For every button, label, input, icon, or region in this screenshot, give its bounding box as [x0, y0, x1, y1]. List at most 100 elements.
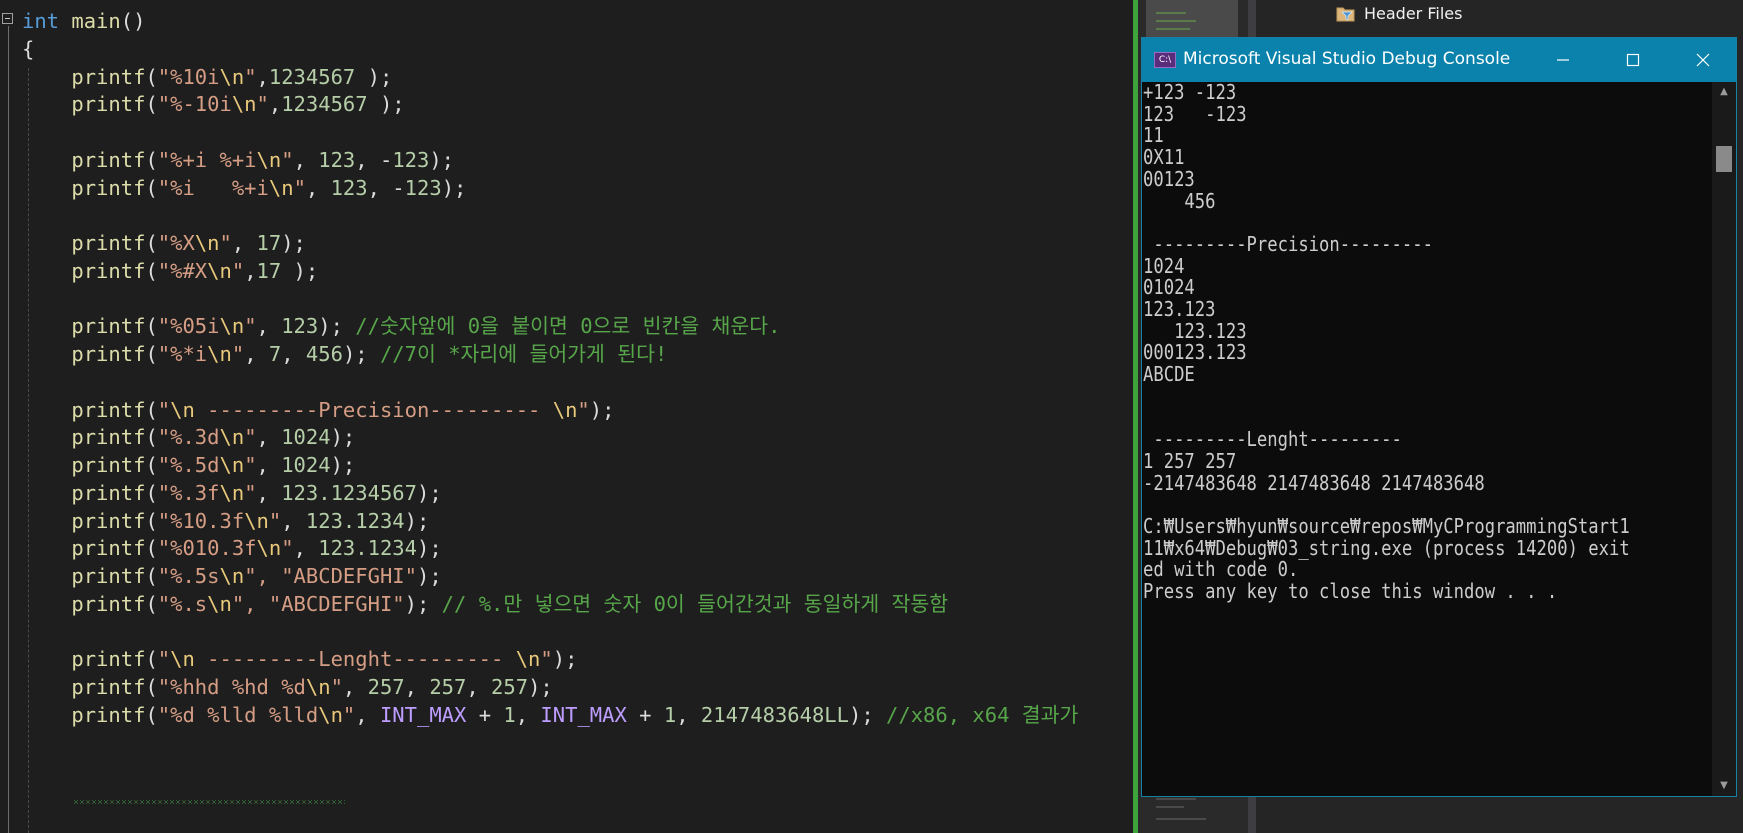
code-token: \n	[318, 702, 343, 727]
code-token: \n	[170, 397, 195, 422]
close-button[interactable]	[1668, 38, 1738, 82]
code-token: //7이 *자리에 들어가게 된다!	[379, 342, 668, 366]
maximize-button[interactable]	[1598, 38, 1668, 82]
code-token: ,	[281, 342, 306, 366]
code-token: (	[145, 397, 158, 422]
console-line: 11	[1143, 123, 1164, 148]
code-token: ,	[231, 231, 257, 255]
debug-console-window[interactable]: C:\ Microsoft Visual Studio Debug Consol…	[1141, 37, 1737, 797]
code-token: (	[145, 647, 158, 672]
code-token: \n	[194, 231, 220, 255]
code-line: printf("%.5d\n", 1024);	[22, 450, 355, 480]
code-line: {	[22, 34, 34, 64]
code-token: );	[552, 647, 578, 672]
code-editor[interactable]: int main(){ printf("%10i\n",1234567 ); p…	[0, 0, 1133, 833]
code-token: "%05i	[157, 314, 220, 339]
code-token: (	[145, 425, 158, 450]
console-line: ABCDE	[1143, 362, 1195, 387]
code-token: "	[330, 675, 343, 699]
code-token: printf	[71, 536, 146, 561]
code-token: \n	[219, 314, 245, 339]
code-token: );	[355, 64, 393, 89]
tree-item-header-files[interactable]: Header Files	[1336, 4, 1462, 23]
code-token: ,	[256, 425, 282, 450]
code-token: "%.3d	[157, 425, 220, 450]
code-token: ,	[342, 675, 368, 699]
code-token: "%010.3f	[157, 536, 257, 561]
code-token: ,	[244, 258, 257, 283]
code-token: \n	[219, 425, 245, 450]
console-line: ---------Precision---------	[1143, 231, 1433, 256]
scrollbar-thumb[interactable]	[1716, 146, 1732, 172]
code-token: ,	[256, 480, 282, 505]
code-token: 456	[305, 342, 343, 366]
code-token: printf	[71, 453, 146, 477]
console-line: +123 -123	[1143, 82, 1237, 104]
code-token: "%i %+i	[157, 175, 269, 200]
code-token: );	[417, 536, 442, 561]
code-token: \n	[268, 175, 294, 200]
minimize-button[interactable]	[1528, 38, 1598, 82]
code-token: 123	[318, 147, 356, 172]
code-line: printf("%10i\n",1234567 );	[22, 62, 392, 92]
code-line: printf("%10.3f\n", 123.1234);	[22, 506, 429, 536]
code-token: {	[22, 36, 35, 61]
code-line: printf("%.3d\n", 1024);	[22, 422, 355, 452]
code-token: printf	[71, 92, 146, 117]
code-token: "	[268, 508, 282, 533]
code-token: \n	[552, 397, 578, 422]
code-token: printf	[71, 231, 146, 255]
code-token: ,	[256, 314, 282, 339]
code-token: 1	[663, 702, 677, 727]
code-token: printf	[71, 508, 146, 533]
code-token: );	[281, 231, 306, 255]
code-token: "	[293, 175, 306, 200]
code-token: \n	[207, 258, 232, 283]
collapse-toggle-icon[interactable]	[2, 13, 13, 24]
code-token: \n	[256, 536, 282, 561]
code-token: printf	[71, 675, 146, 699]
code-token: \n	[219, 480, 245, 505]
code-token: ,	[355, 702, 380, 727]
code-token: ,	[404, 675, 430, 699]
code-token: "%10i	[157, 64, 220, 89]
console-line: 11₩x64₩Debug₩03_string.exe (process 1420…	[1143, 535, 1630, 560]
code-token: ,	[515, 702, 541, 727]
code-token: "%*i	[157, 342, 208, 366]
console-line: 123 -123	[1143, 101, 1247, 126]
code-token: \n	[231, 92, 257, 117]
console-line: C:₩Users₩hyun₩source₩repos₩MyCProgrammin…	[1143, 514, 1630, 538]
code-token: \n	[244, 508, 269, 533]
code-token: "%.s	[157, 591, 208, 616]
code-token: "	[157, 397, 171, 422]
code-token: printf	[71, 147, 146, 172]
code-token: 123.1234	[318, 536, 417, 561]
code-token: "	[540, 647, 553, 672]
code-token: \n	[256, 147, 282, 172]
console-scrollbar[interactable]: ▲ ▼	[1712, 82, 1736, 796]
code-token: ---------Precision---------	[194, 397, 553, 422]
code-token: (	[145, 258, 158, 283]
window-titlebar[interactable]: C:\ Microsoft Visual Studio Debug Consol…	[1142, 38, 1736, 82]
code-token: );	[528, 675, 553, 699]
console-line: 00123	[1143, 166, 1195, 191]
code-token: , -	[367, 175, 405, 200]
code-token: (	[145, 92, 158, 117]
code-token: ,	[305, 175, 331, 200]
code-token: "	[342, 702, 356, 727]
code-token: 17	[256, 258, 282, 283]
code-token: "	[256, 92, 269, 117]
code-token: INT_MAX	[540, 702, 627, 727]
code-token: main	[71, 9, 121, 33]
tree-item-label: Header Files	[1364, 4, 1463, 23]
code-token: printf	[71, 175, 146, 200]
console-line: 123.123	[1143, 297, 1216, 321]
console-output[interactable]: +123 -123 123 -123 11 0X11 00123 456 -------…	[1142, 82, 1712, 796]
scroll-down-icon[interactable]: ▼	[1718, 780, 1730, 792]
scroll-up-icon[interactable]: ▲	[1718, 86, 1730, 98]
